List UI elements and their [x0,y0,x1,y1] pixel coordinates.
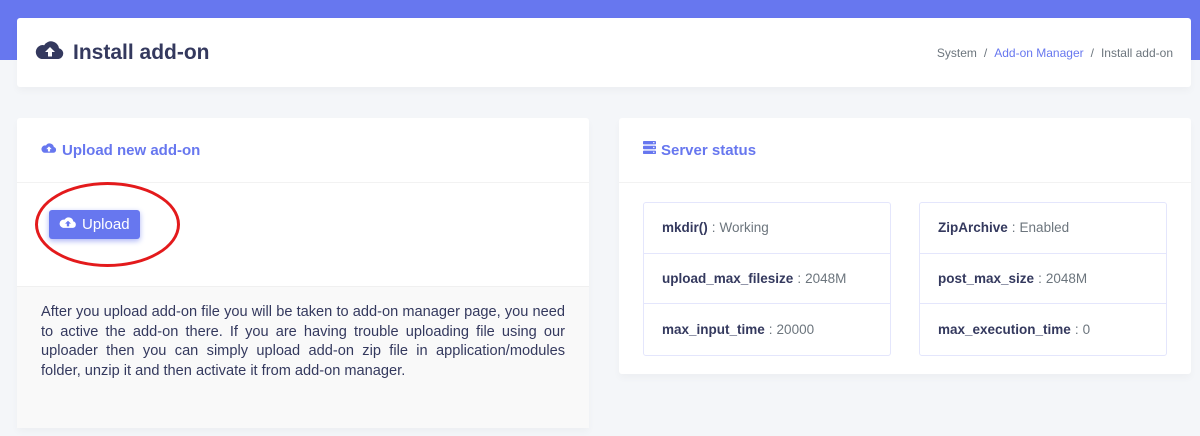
server-status-card: Server status mkdir(): Working upload_max… [619,118,1191,374]
breadcrumb-separator: / [1090,45,1094,60]
status-item: max_execution_time:0 [938,321,1091,337]
upload-note-text: After you upload add-on file you will be… [41,304,565,379]
annotation-circle [35,182,180,267]
upload-card: Upload new add-on Upload After you uploa… [17,118,589,428]
page-title-group: Install add-on [35,39,210,66]
status-value: Working [719,220,769,236]
status-key: mkdir() [662,220,708,236]
breadcrumb-item-current: Install add-on [1100,45,1173,60]
upload-card-header: Upload new add-on [17,118,589,183]
server-status-title: Server status [661,141,757,159]
breadcrumb: System / Add-on Manager / Install add-on [937,46,1173,60]
status-item: ZipArchive: Enabled [920,203,1166,254]
page-title: Install add-on [73,40,210,64]
status-item: mkdir(): Working [644,203,890,254]
status-value: Enabled [1019,220,1070,236]
status-key: ZipArchive [938,220,1008,236]
status-key: upload_max_filesize [662,270,794,286]
status-key: max_input_time [662,321,765,337]
cloud-upload-icon [41,141,57,159]
status-value: 2048M [1045,270,1088,286]
status-value: 20000 [776,321,815,337]
server-icon [643,141,656,159]
status-key: post_max_size [938,270,1035,286]
status-column-left: mkdir(): Working upload_max_filesize:2048… [643,202,891,356]
breadcrumb-item-addon-manager[interactable]: Add-on Manager [994,46,1083,60]
upload-card-title: Upload new add-on [62,141,201,159]
upload-note: After you upload add-on file you will be… [17,286,589,428]
breadcrumb-item-system[interactable]: System [937,46,977,60]
server-status-header: Server status [619,118,1191,183]
status-key: max_execution_time [938,321,1071,337]
status-column-right: ZipArchive: Enabled post_max_size:2048M m… [919,202,1167,356]
cloud-upload-icon [35,39,65,66]
status-item: post_max_size:2048M [920,254,1166,304]
status-item: upload_max_filesize:2048M [644,254,890,304]
status-item: max_input_time:20000 [662,321,815,337]
server-status-grid: mkdir(): Working upload_max_filesize:2048… [643,202,1167,356]
breadcrumb-separator: / [983,45,988,60]
status-value: 0 [1082,321,1091,337]
status-value: 2048M [805,270,847,286]
page-header: Install add-on System / Add-on Manager /… [17,18,1191,87]
